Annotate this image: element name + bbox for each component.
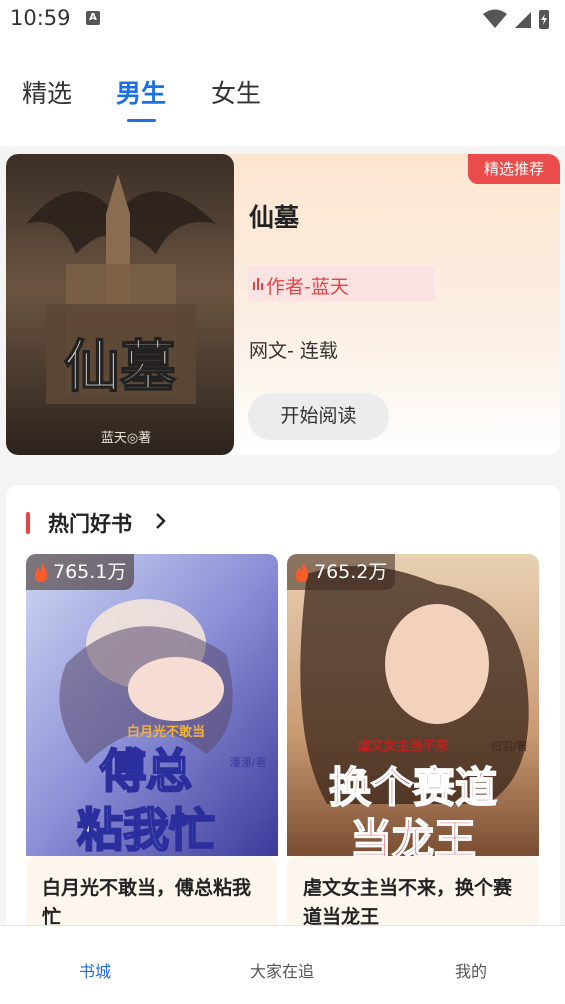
book-cover-title-line1: 傅总	[99, 744, 192, 798]
view-count: 765.2万	[314, 561, 388, 583]
book-cover-author: 归羽/著	[491, 739, 528, 753]
book-cover-author: 潘潘/著	[230, 755, 267, 769]
status-bar: 10:59 A	[0, 0, 565, 40]
flame-icon	[35, 562, 47, 582]
nav-trending[interactable]: 大家在追	[250, 958, 314, 982]
featured-book-title[interactable]: 仙墓	[249, 198, 299, 234]
book-cover[interactable]: 白月光不敢当 傅总 粘我忙 潘潘/著	[26, 554, 278, 856]
bottom-nav: 书城 大家在追 我的	[0, 925, 565, 1004]
system-status-icons	[483, 9, 549, 29]
view-count-badge: 765.2万	[287, 554, 396, 590]
author-pill[interactable]: 作者-蓝天	[248, 266, 435, 301]
tab-featured[interactable]: 精选	[22, 74, 72, 110]
notification-icon: A	[86, 11, 100, 25]
featured-meta: 网文- 连载	[249, 340, 338, 362]
book-cover-title-line1: 换个赛道	[329, 763, 497, 812]
start-reading-button[interactable]: 开始阅读	[248, 393, 389, 440]
active-tab-indicator	[127, 119, 156, 122]
wifi-icon	[483, 9, 507, 28]
audio-wave-icon	[253, 278, 263, 290]
book-name[interactable]: 白月光不敢当，傅总粘我忙	[42, 874, 264, 932]
featured-badge: 精选推荐	[468, 154, 560, 184]
hot-books-section: 热门好书 白月光不敢当 傅总 粘我忙 潘潘/著 765.1万 白月光不敢当，傅总…	[6, 485, 560, 955]
book-cover-title-line2: 当龙王	[350, 815, 476, 856]
section-accent-bar	[26, 512, 30, 534]
book-card[interactable]: 白月光不敢当 傅总 粘我忙 潘潘/著 765.1万 白月光不敢当，傅总粘我忙	[26, 554, 278, 954]
featured-cover-title: 仙墓	[64, 334, 177, 400]
book-cover-top: 虐文女主当不来	[357, 738, 449, 754]
book-card[interactable]: 虐文女主当不来 换个赛道 当龙王 归羽/著 765.2万 虐文女主当不来，换个赛…	[287, 554, 539, 954]
book-name[interactable]: 虐文女主当不来，换个赛道当龙王	[303, 874, 525, 932]
book-cover-top: 白月光不敢当	[127, 724, 205, 740]
flame-icon	[296, 562, 308, 582]
hot-books-title[interactable]: 热门好书	[48, 508, 132, 538]
top-tab-bar: 精选 男生 女生	[0, 40, 565, 146]
featured-book-card[interactable]: 仙墓 蓝天◎著 精选推荐 仙墓 作者-蓝天 网文- 连载 开始阅读	[6, 154, 560, 455]
chevron-right-icon[interactable]	[154, 511, 168, 531]
featured-author: 作者-蓝天	[266, 276, 349, 298]
book-cover-title-line2: 粘我忙	[77, 803, 215, 856]
tab-male[interactable]: 男生	[116, 74, 166, 110]
nav-bookstore[interactable]: 书城	[79, 958, 111, 982]
signal-icon	[515, 12, 531, 28]
book-cover[interactable]: 虐文女主当不来 换个赛道 当龙王 归羽/著	[287, 554, 539, 856]
nav-mine[interactable]: 我的	[455, 958, 487, 982]
tab-female[interactable]: 女生	[211, 74, 261, 110]
view-count: 765.1万	[53, 561, 127, 583]
featured-cover-author: 蓝天◎著	[101, 431, 151, 446]
featured-book-cover[interactable]: 仙墓 蓝天◎著	[6, 154, 234, 455]
view-count-badge: 765.1万	[26, 554, 135, 590]
status-time: 10:59	[10, 6, 71, 30]
